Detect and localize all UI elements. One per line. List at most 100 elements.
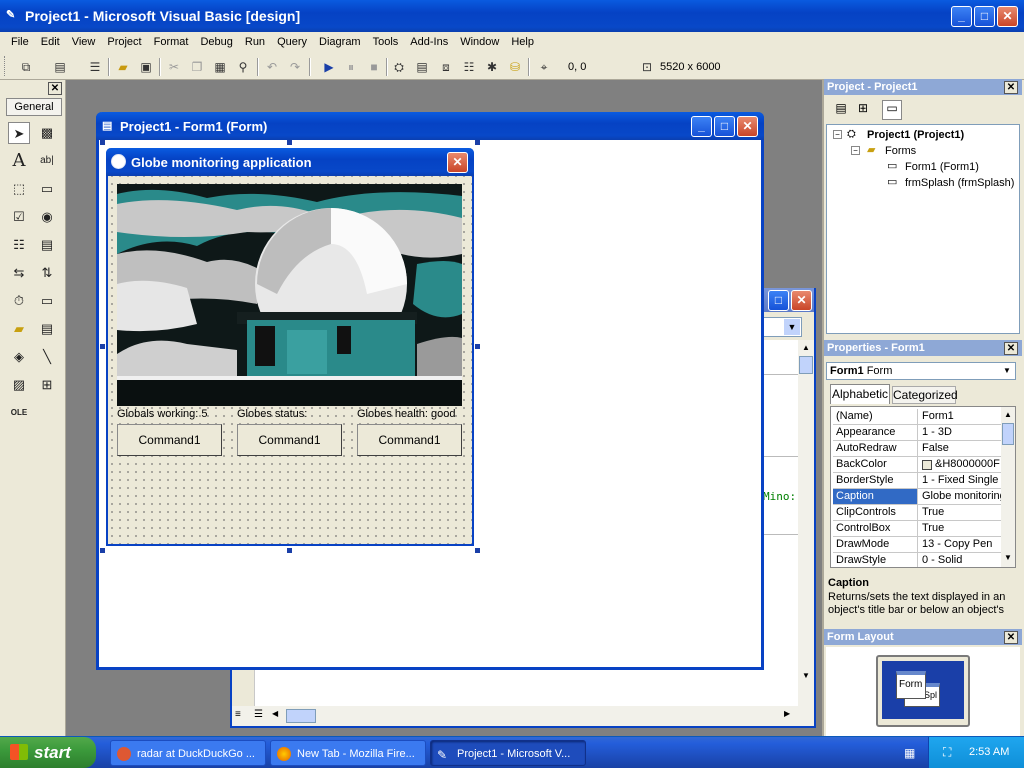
data-tool-icon[interactable]: ⊞ — [36, 374, 58, 396]
form-layout-close-icon[interactable]: ✕ — [1004, 631, 1018, 644]
scroll-down-icon[interactable]: ▼ — [1001, 551, 1015, 565]
paste-icon[interactable]: ▦ — [211, 58, 229, 76]
code-maximize-button[interactable]: □ — [768, 290, 789, 311]
menu-debug[interactable]: Debug — [194, 32, 238, 52]
command1-button[interactable]: Command1 — [357, 424, 462, 456]
property-row[interactable]: BorderStyle 1 - Fixed Single — [833, 473, 1003, 489]
menu-editor-icon[interactable]: ☰ — [86, 58, 104, 76]
tree-collapse-icon[interactable]: − — [851, 146, 860, 155]
form-designer-close[interactable]: ✕ — [737, 116, 758, 137]
toolbox-close-icon[interactable]: ✕ — [48, 82, 62, 95]
hscroll-thumb[interactable] — [286, 709, 316, 723]
commandbutton-tool-icon[interactable]: ▭ — [36, 178, 58, 200]
cut-icon[interactable]: ✂ — [165, 58, 183, 76]
menu-edit[interactable]: Edit — [35, 32, 66, 52]
save-project-icon[interactable]: ▣ — [137, 58, 155, 76]
property-row[interactable]: ClipControls True — [833, 505, 1003, 521]
view-code-icon[interactable]: ▤ — [832, 101, 850, 119]
start-button[interactable]: start — [0, 737, 96, 768]
taskbar-item-duckduckgo[interactable]: radar at DuckDuckGo ... — [110, 740, 266, 766]
timer-tool-icon[interactable]: ⏱ — [8, 290, 30, 312]
menu-tools[interactable]: Tools — [367, 32, 405, 52]
open-project-icon[interactable]: ▰ — [114, 58, 132, 76]
maximize-button[interactable]: □ — [974, 6, 995, 27]
resize-handle[interactable] — [100, 140, 105, 145]
object-selector-arrow-icon[interactable]: ▼ — [1000, 364, 1014, 378]
object-selector[interactable]: Form1 Form ▼ — [826, 362, 1016, 380]
command1-button[interactable]: Command1 — [117, 424, 222, 456]
radar-picture[interactable] — [117, 184, 462, 406]
dropdown-arrow-icon[interactable]: ▼ — [784, 319, 800, 335]
shape-tool-icon[interactable]: ◈ — [8, 346, 30, 368]
form1-preview[interactable]: Form — [896, 671, 926, 699]
code-close-button[interactable]: ✕ — [791, 290, 812, 311]
tree-collapse-icon[interactable]: − — [833, 130, 842, 139]
toolbox-icon[interactable]: ✱ — [483, 58, 501, 76]
resize-handle[interactable] — [475, 548, 480, 553]
menu-add-ins[interactable]: Add-Ins — [404, 32, 454, 52]
filelistbox-tool-icon[interactable]: ▤ — [36, 318, 58, 340]
object-browser-icon[interactable]: ☷ — [460, 58, 478, 76]
code-vscrollbar[interactable]: ▲ ▼ — [798, 340, 814, 706]
command1-button[interactable]: Command1 — [237, 424, 342, 456]
close-button[interactable]: ✕ — [997, 6, 1018, 27]
property-row[interactable]: DrawMode 13 - Copy Pen — [833, 537, 1003, 553]
toolbar-grip[interactable] — [4, 56, 7, 76]
network-tray-icon[interactable]: ⛶ — [943, 745, 951, 760]
property-row[interactable]: DrawStyle 0 - Solid — [833, 553, 1003, 567]
tab-alphabetic[interactable]: Alphabetic — [830, 384, 890, 404]
scroll-left-icon[interactable]: ◀ — [272, 709, 278, 718]
pause-icon[interactable]: ⏸ — [342, 58, 360, 76]
scroll-thumb[interactable] — [1002, 423, 1014, 445]
project-explorer-icon[interactable]: ⛭ — [390, 58, 408, 76]
minimize-button[interactable]: _ — [951, 6, 972, 27]
resize-handle[interactable] — [475, 140, 480, 145]
menu-run[interactable]: Run — [239, 32, 271, 52]
property-row[interactable]: ControlBox True — [833, 521, 1003, 537]
copy-icon[interactable]: ❐ — [188, 58, 206, 76]
properties-window-icon[interactable]: ▤ — [413, 58, 431, 76]
procedure-view-icon[interactable]: ≡ — [235, 709, 241, 720]
toolbox-tab-general[interactable]: General — [6, 98, 62, 116]
menu-help[interactable]: Help — [505, 32, 540, 52]
scroll-thumb[interactable] — [799, 356, 813, 374]
picturebox-tool-icon[interactable]: ▩ — [36, 122, 58, 144]
menu-project[interactable]: Project — [101, 32, 147, 52]
add-form-icon[interactable]: ▤ — [51, 58, 69, 76]
scroll-up-icon[interactable]: ▲ — [1001, 408, 1015, 422]
form-designer-icon[interactable]: ▤ — [102, 119, 112, 132]
vb-app-icon[interactable]: ✎ — [6, 8, 20, 22]
property-row[interactable]: AutoRedraw False — [833, 441, 1003, 457]
scroll-up-icon[interactable]: ▲ — [798, 340, 814, 356]
optionbutton-tool-icon[interactable]: ◉ — [36, 206, 58, 228]
toggle-folders-icon[interactable]: ▭ — [882, 100, 902, 120]
frmsplash-item[interactable]: frmSplash (frmSplash) — [905, 177, 1014, 189]
image-tool-icon[interactable]: ▨ — [8, 374, 30, 396]
scroll-down-icon[interactable]: ▼ — [798, 668, 814, 684]
scroll-right-icon[interactable]: ▶ — [784, 709, 790, 718]
resize-handle[interactable] — [287, 548, 292, 553]
resize-handle[interactable] — [287, 140, 292, 145]
menu-query[interactable]: Query — [271, 32, 313, 52]
property-row[interactable]: (Name) Form1 — [833, 409, 1003, 425]
project-root-item[interactable]: Project1 (Project1) — [867, 129, 964, 141]
undo-icon[interactable]: ↶ — [263, 58, 281, 76]
tab-categorized[interactable]: Categorized — [892, 386, 958, 404]
menu-view[interactable]: View — [66, 32, 102, 52]
resize-handle[interactable] — [100, 548, 105, 553]
checkbox-tool-icon[interactable]: ☑ — [8, 206, 30, 228]
combobox-tool-icon[interactable]: ☷ — [8, 234, 30, 256]
forms-folder-item[interactable]: Forms — [885, 145, 916, 157]
add-project-icon[interactable]: ⧉ — [17, 58, 35, 76]
form-layout-icon[interactable]: ⧈ — [437, 58, 455, 76]
resize-handle[interactable] — [475, 344, 480, 349]
vscrollbar-tool-icon[interactable]: ⇅ — [36, 262, 58, 284]
property-row[interactable]: Appearance 1 - 3D — [833, 425, 1003, 441]
data-view-icon[interactable]: ⛁ — [506, 58, 524, 76]
form-designer-minimize[interactable]: _ — [691, 116, 712, 137]
line-tool-icon[interactable]: ╲ — [36, 346, 58, 368]
taskbar-item-visual-basic[interactable]: ✎ Project1 - Microsoft V... — [430, 740, 586, 766]
clock[interactable]: 2:53 AM — [969, 746, 1009, 758]
hscrollbar-tool-icon[interactable]: ⇆ — [8, 262, 30, 284]
find-icon[interactable]: ⚲ — [234, 58, 252, 76]
